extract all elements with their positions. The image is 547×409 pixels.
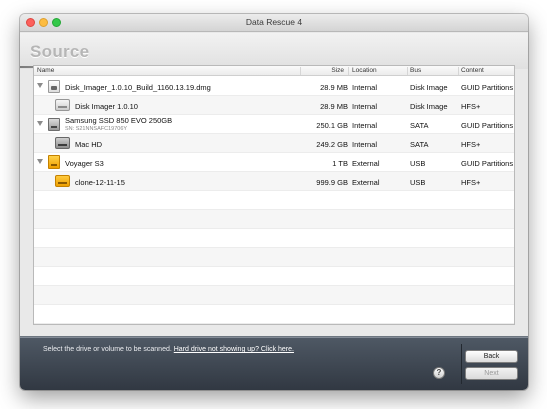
column-header-location[interactable]: Location bbox=[352, 67, 377, 75]
column-divider bbox=[300, 67, 301, 75]
row-content: HFS+ bbox=[461, 102, 481, 111]
row-size: 1 TB bbox=[332, 159, 348, 168]
table-row[interactable]: Samsung SSD 850 EVO 250GB SN: S21NNSAFC1… bbox=[34, 115, 514, 134]
row-name: Samsung SSD 850 EVO 250GB bbox=[65, 116, 173, 125]
row-bus: Disk Image bbox=[410, 83, 448, 92]
hard-drive-help-link[interactable]: Hard drive not showing up? Click here. bbox=[174, 346, 294, 353]
footer-instruction: Select the drive or volume to be scanned… bbox=[43, 346, 294, 353]
row-size: 249.2 GB bbox=[316, 140, 348, 149]
dmg-icon bbox=[48, 80, 60, 93]
row-size: 250.1 GB bbox=[316, 121, 348, 130]
empty-row bbox=[34, 248, 514, 267]
external-drive-icon bbox=[48, 155, 60, 169]
row-location: Internal bbox=[352, 121, 378, 130]
row-location: External bbox=[352, 178, 380, 187]
column-divider bbox=[407, 67, 408, 75]
row-size: 28.9 MB bbox=[320, 83, 348, 92]
source-table: Name Size Location Bus Content Disk_Imag… bbox=[33, 65, 515, 325]
next-button[interactable]: Next bbox=[465, 367, 518, 380]
row-name: Voyager S3 bbox=[65, 159, 104, 168]
row-location: External bbox=[352, 159, 380, 168]
column-divider bbox=[348, 67, 349, 75]
row-size: 28.9 MB bbox=[320, 102, 348, 111]
row-content: HFS+ bbox=[461, 178, 481, 187]
table-row[interactable]: clone-12-11-15 999.9 GB External USB HFS… bbox=[34, 172, 514, 191]
empty-row bbox=[34, 267, 514, 286]
table-header: Name Size Location Bus Content bbox=[34, 66, 514, 76]
footer-bar: Select the drive or volume to be scanned… bbox=[20, 336, 528, 390]
title-bar: Data Rescue 4 bbox=[20, 14, 528, 32]
row-size: 999.9 GB bbox=[316, 178, 348, 187]
row-location: Internal bbox=[352, 140, 378, 149]
disclosure-triangle-icon[interactable] bbox=[37, 121, 43, 126]
empty-row bbox=[34, 229, 514, 248]
table-row[interactable]: Disk Imager 1.0.10 28.9 MB Internal Disk… bbox=[34, 96, 514, 115]
row-name: Mac HD bbox=[75, 140, 103, 149]
row-location: Internal bbox=[352, 102, 378, 111]
row-bus: SATA bbox=[410, 121, 429, 130]
column-header-bus[interactable]: Bus bbox=[410, 67, 421, 75]
empty-row bbox=[34, 191, 514, 210]
row-content: HFS+ bbox=[461, 140, 481, 149]
disclosure-triangle-icon[interactable] bbox=[37, 83, 43, 88]
internal-drive-icon bbox=[48, 118, 60, 131]
data-rescue-window: Data Rescue 4 Source Name Size Location … bbox=[20, 14, 528, 390]
row-serial: SN: S21NNSAFC19706Y bbox=[65, 126, 128, 132]
column-header-content[interactable]: Content bbox=[461, 67, 484, 75]
section-header: Source bbox=[20, 33, 528, 69]
column-header-name[interactable]: Name bbox=[37, 67, 54, 75]
row-bus: Disk Image bbox=[410, 102, 448, 111]
back-button[interactable]: Back bbox=[465, 350, 518, 363]
section-title: Source bbox=[30, 42, 90, 61]
help-icon[interactable]: ? bbox=[433, 367, 445, 379]
column-divider bbox=[458, 67, 459, 75]
row-location: Internal bbox=[352, 83, 378, 92]
empty-row bbox=[34, 210, 514, 229]
empty-row bbox=[34, 286, 514, 305]
column-header-size[interactable]: Size bbox=[302, 67, 344, 75]
row-bus: USB bbox=[410, 178, 426, 187]
volume-icon bbox=[55, 99, 70, 111]
volume-icon bbox=[55, 137, 70, 149]
instruction-text: Select the drive or volume to be scanned… bbox=[43, 346, 172, 353]
row-name: clone-12-11-15 bbox=[75, 178, 125, 187]
footer-divider bbox=[461, 344, 462, 384]
volume-icon bbox=[55, 175, 70, 187]
row-content: GUID Partitions bbox=[461, 83, 514, 92]
table-row[interactable]: Voyager S3 1 TB External USB GUID Partit… bbox=[34, 153, 514, 172]
table-row[interactable]: Mac HD 249.2 GB Internal SATA HFS+ bbox=[34, 134, 514, 153]
row-bus: USB bbox=[410, 159, 426, 168]
empty-row bbox=[34, 305, 514, 324]
window-title: Data Rescue 4 bbox=[245, 17, 303, 27]
table-body: Disk_Imager_1.0.10_Build_1160.13.19.dmg … bbox=[34, 77, 514, 324]
row-bus: SATA bbox=[410, 140, 429, 149]
row-content: GUID Partitions bbox=[461, 159, 514, 168]
row-content: GUID Partitions bbox=[461, 121, 514, 130]
row-name: Disk_Imager_1.0.10_Build_1160.13.19.dmg bbox=[65, 83, 211, 92]
row-name: Disk Imager 1.0.10 bbox=[75, 102, 138, 111]
disclosure-triangle-icon[interactable] bbox=[37, 159, 43, 164]
table-row[interactable]: Disk_Imager_1.0.10_Build_1160.13.19.dmg … bbox=[34, 77, 514, 96]
